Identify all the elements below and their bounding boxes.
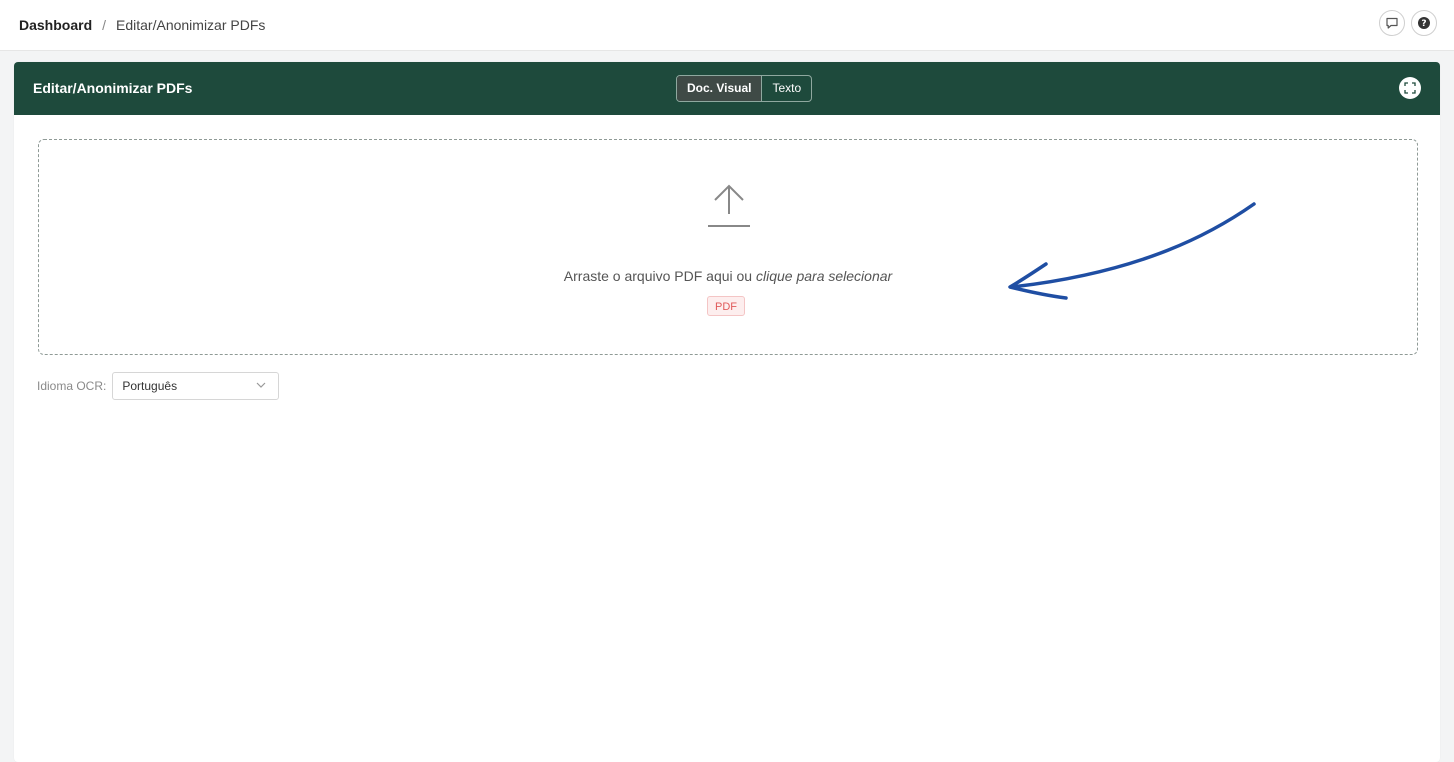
ocr-language-row: Idioma OCR: Português — [37, 372, 280, 400]
ocr-language-label: Idioma OCR: — [37, 379, 107, 393]
dropzone-click-text[interactable]: clique para selecionar — [756, 268, 892, 284]
card-title: Editar/Anonimizar PDFs — [33, 80, 193, 96]
upload-icon — [708, 184, 750, 227]
pdf-format-badge: PDF — [707, 296, 745, 316]
chevron-down-icon — [256, 382, 266, 388]
breadcrumb: Dashboard / Editar/Anonimizar PDFs — [19, 16, 265, 34]
editor-card: Editar/Anonimizar PDFs Doc. Visual Texto… — [14, 62, 1440, 762]
breadcrumb-separator: / — [102, 17, 107, 33]
card-header: Editar/Anonimizar PDFs Doc. Visual Texto — [14, 62, 1440, 115]
ocr-language-value: Português — [122, 379, 178, 393]
chat-button[interactable] — [1379, 10, 1405, 36]
svg-text:?: ? — [1421, 19, 1426, 29]
ocr-language-select[interactable]: Português — [112, 372, 280, 400]
fullscreen-icon — [1404, 82, 1416, 94]
annotation-arrow — [1008, 202, 1256, 300]
top-bar: Dashboard / Editar/Anonimizar PDFs ? — [0, 0, 1454, 51]
help-icon: ? — [1418, 17, 1430, 29]
fullscreen-button[interactable] — [1399, 77, 1421, 99]
chat-icon — [1386, 17, 1398, 29]
help-button[interactable]: ? — [1411, 10, 1437, 36]
top-icons: ? — [1379, 10, 1437, 36]
dropzone-text: Arraste o arquivo PDF aqui ou — [563, 268, 756, 284]
breadcrumb-current: Editar/Anonimizar PDFs — [116, 17, 266, 33]
breadcrumb-dashboard-link[interactable]: Dashboard — [19, 17, 92, 33]
view-mode-toggle: Doc. Visual Texto — [676, 75, 813, 102]
tab-doc-visual[interactable]: Doc. Visual — [677, 76, 763, 101]
tab-texto[interactable]: Texto — [762, 76, 811, 101]
